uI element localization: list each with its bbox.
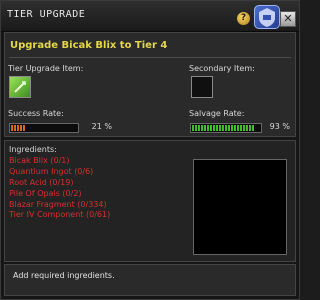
success-rate-bar: [9, 123, 79, 133]
upgrade-panel: Upgrade Bicak Blix to Tier 4 Tier Upgrad…: [4, 32, 296, 137]
ingredients-header: Ingredients:: [9, 145, 57, 154]
ingredient-item: Pile Of Opals (0/2): [9, 188, 82, 198]
item-preview: [193, 159, 287, 255]
salvage-rate-fill: [192, 125, 255, 131]
secondary-item-slot[interactable]: [191, 76, 213, 98]
title-bar[interactable]: TIER UPGRADE ? ✕: [1, 1, 299, 32]
close-button[interactable]: ✕: [280, 11, 296, 27]
upgrade-heading: Upgrade Bicak Blix to Tier 4: [10, 40, 168, 51]
ingredients-list: Bicak Blix (0/1) Quantium Ingot (0/6) Ro…: [9, 156, 110, 221]
ingredients-panel: Ingredients: Bicak Blix (0/1) Quantium I…: [4, 140, 296, 262]
salvage-rate-label: Salvage Rate:: [189, 109, 245, 118]
guild-emblem-icon: [254, 5, 280, 29]
secondary-item-label: Secondary Item:: [189, 64, 255, 73]
salvage-rate-bar: [190, 123, 262, 133]
green-crystal-icon: [14, 81, 26, 93]
status-message: Add required ingredients.: [13, 271, 115, 280]
tier-upgrade-item-slot[interactable]: [9, 76, 31, 98]
status-panel: Add required ingredients.: [4, 264, 296, 296]
ingredient-item: Root Acid (0/19): [9, 177, 74, 187]
success-rate-value: 21 %: [91, 122, 112, 131]
success-rate-fill: [11, 125, 25, 131]
ingredient-item: Quantium Ingot (0/6): [9, 166, 94, 176]
window-title: TIER UPGRADE: [7, 9, 86, 20]
success-rate-label: Success Rate:: [8, 109, 64, 118]
ingredient-item: Blazar Fragment (0/334): [9, 199, 107, 209]
ingredient-item: Tier IV Component (0/61): [9, 210, 111, 220]
tier-upgrade-window: TIER UPGRADE ? ✕ Upgrade Bicak Blix to T…: [0, 0, 300, 300]
ingredient-item: Bicak Blix (0/1): [9, 156, 70, 165]
tier-upgrade-item-label: Tier Upgrade Item:: [8, 64, 84, 73]
help-button[interactable]: ?: [237, 12, 250, 25]
salvage-rate-value: 93 %: [269, 122, 290, 131]
divider: [9, 57, 291, 58]
